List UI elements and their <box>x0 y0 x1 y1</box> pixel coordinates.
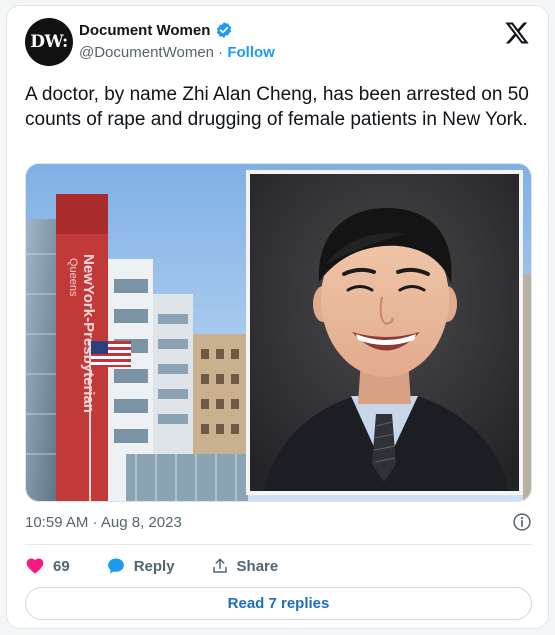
x-logo-icon[interactable] <box>504 20 530 46</box>
handle-separator: · <box>218 44 224 61</box>
divider <box>25 544 532 545</box>
portrait-photo <box>250 174 519 491</box>
building-sign-sub: Queens <box>67 258 79 297</box>
tweet-actions: 69 Reply Share <box>25 556 314 576</box>
author-display-name[interactable]: Document Women <box>79 22 210 39</box>
tweet-card: DW: Document Women @DocumentWomen · Foll… <box>6 5 549 629</box>
share-button[interactable]: Share <box>211 557 279 575</box>
avatar[interactable]: DW: <box>25 18 73 66</box>
building-sign: NewYork-Presbyterian <box>80 254 97 413</box>
tweet-timestamp[interactable]: 10:59 AM · Aug 8, 2023 <box>25 514 182 531</box>
like-button[interactable]: 69 <box>25 556 70 576</box>
tweet-media[interactable]: NewYork-Presbyterian Queens <box>25 163 532 502</box>
follow-button[interactable]: Follow <box>227 44 275 61</box>
share-label: Share <box>236 557 279 575</box>
read-replies-button[interactable]: Read 7 replies <box>25 587 532 620</box>
like-count: 69 <box>53 557 70 575</box>
tweet-text: A doctor, by name Zhi Alan Cheng, has be… <box>25 84 529 130</box>
verified-badge-icon <box>217 22 232 38</box>
reply-label: Reply <box>133 557 175 575</box>
author-handle[interactable]: @DocumentWomen <box>79 44 214 61</box>
author-name-row: Document Women <box>79 21 233 39</box>
reply-button[interactable]: Reply <box>106 556 175 576</box>
comment-bubble-icon <box>107 558 124 574</box>
author-handle-row: @DocumentWomen · Follow <box>79 44 275 61</box>
heart-icon <box>26 558 44 574</box>
share-upload-icon <box>212 558 227 573</box>
us-flag-icon <box>91 341 131 367</box>
media-image: NewYork-Presbyterian Queens <box>26 164 531 501</box>
info-icon[interactable] <box>512 512 532 532</box>
